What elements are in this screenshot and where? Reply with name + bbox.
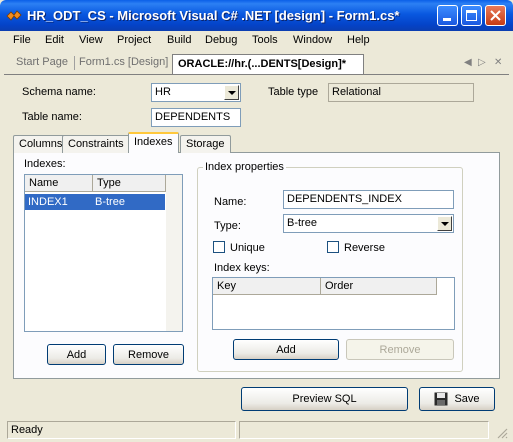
close-button[interactable] (485, 5, 506, 26)
menu-window[interactable]: Window (293, 34, 332, 46)
tab-indexes[interactable]: Indexes (128, 132, 179, 153)
visual-studio-icon[interactable] (6, 8, 22, 24)
schema-dropdown-button[interactable] (224, 85, 239, 100)
minimize-icon (443, 18, 451, 21)
schema-name-combo[interactable]: HR (151, 83, 241, 102)
index-type-value: B-tree (287, 217, 317, 229)
column-header-key[interactable]: Key (213, 278, 321, 295)
index-properties-title: Index properties (203, 161, 286, 173)
floppy-disk-icon (434, 392, 448, 406)
menu-build[interactable]: Build (167, 34, 191, 46)
chevron-down-icon (227, 90, 236, 95)
index-type-cell: B-tree (95, 196, 125, 208)
table-type-field: Relational (328, 83, 474, 102)
indexes-list[interactable]: Name Type INDEX1 B-tree (24, 174, 183, 332)
status-text: Ready (7, 421, 236, 439)
minimize-button[interactable] (437, 5, 458, 26)
index-type-combo[interactable]: B-tree (283, 214, 454, 233)
menu-edit[interactable]: Edit (45, 34, 64, 46)
index-name-label: Name: (214, 196, 247, 208)
index-type-label: Type: (214, 220, 241, 232)
menu-help[interactable]: Help (347, 34, 370, 46)
unique-label: Unique (230, 242, 265, 254)
maximize-button[interactable] (461, 5, 482, 26)
maximize-icon (466, 10, 477, 21)
doc-tab-oracle-designer-label: ORACLE://hr.(...DENTS[Design]* (178, 58, 347, 70)
index-name-input[interactable]: DEPENDENTS_INDEX (283, 190, 454, 209)
close-icon (490, 10, 501, 21)
column-header-order[interactable]: Order (321, 278, 437, 295)
save-label: Save (454, 393, 480, 405)
doc-tab-separator (74, 56, 75, 70)
resize-grip-icon[interactable] (495, 426, 508, 439)
vertical-scrollbar[interactable] (166, 175, 182, 331)
add-key-button[interactable]: Add (233, 339, 339, 360)
close-document-icon[interactable]: ✕ (494, 57, 502, 68)
unique-checkbox[interactable] (213, 241, 225, 253)
index-keys-list[interactable]: Key Order (212, 277, 455, 330)
table-row[interactable]: INDEX1 B-tree (25, 194, 165, 210)
table-type-label: Table type (268, 86, 319, 98)
indexes-label: Indexes: (24, 158, 66, 170)
reverse-checkbox[interactable] (327, 241, 339, 253)
preview-sql-button[interactable]: Preview SQL (241, 387, 408, 411)
chevron-down-icon (440, 221, 449, 226)
scroll-right-icon[interactable]: ▷ (478, 57, 486, 68)
reverse-label: Reverse (344, 242, 385, 254)
schema-name-value: HR (155, 86, 171, 98)
schema-name-label: Schema name: (22, 86, 96, 98)
tab-columns[interactable]: Columns (13, 135, 69, 153)
menu-project[interactable]: Project (117, 34, 151, 46)
column-header-name[interactable]: Name (25, 175, 93, 192)
remove-key-button[interactable]: Remove (346, 339, 454, 360)
index-keys-label: Index keys: (214, 262, 270, 274)
index-type-dropdown-button[interactable] (437, 216, 452, 231)
save-button[interactable]: Save (419, 387, 495, 411)
menu-file[interactable]: File (13, 34, 31, 46)
scroll-left-icon[interactable]: ◀ (464, 57, 472, 68)
tab-constraints[interactable]: Constraints (62, 135, 130, 153)
doc-tab-start-page[interactable]: Start Page (16, 56, 68, 68)
column-header-type[interactable]: Type (93, 175, 166, 192)
doc-tab-form1-design[interactable]: Form1.cs [Design] (79, 56, 168, 68)
index-name-cell: INDEX1 (28, 196, 68, 208)
tab-storage[interactable]: Storage (180, 135, 231, 153)
table-name-label: Table name: (22, 111, 82, 123)
add-index-button[interactable]: Add (47, 344, 106, 365)
status-panel (239, 421, 489, 439)
menu-debug[interactable]: Debug (205, 34, 237, 46)
menu-view[interactable]: View (79, 34, 103, 46)
window-title: HR_ODT_CS - Microsoft Visual C# .NET [de… (27, 8, 400, 23)
table-name-input[interactable]: DEPENDENTS (151, 108, 241, 127)
remove-index-button[interactable]: Remove (113, 344, 184, 365)
menu-tools[interactable]: Tools (252, 34, 278, 46)
